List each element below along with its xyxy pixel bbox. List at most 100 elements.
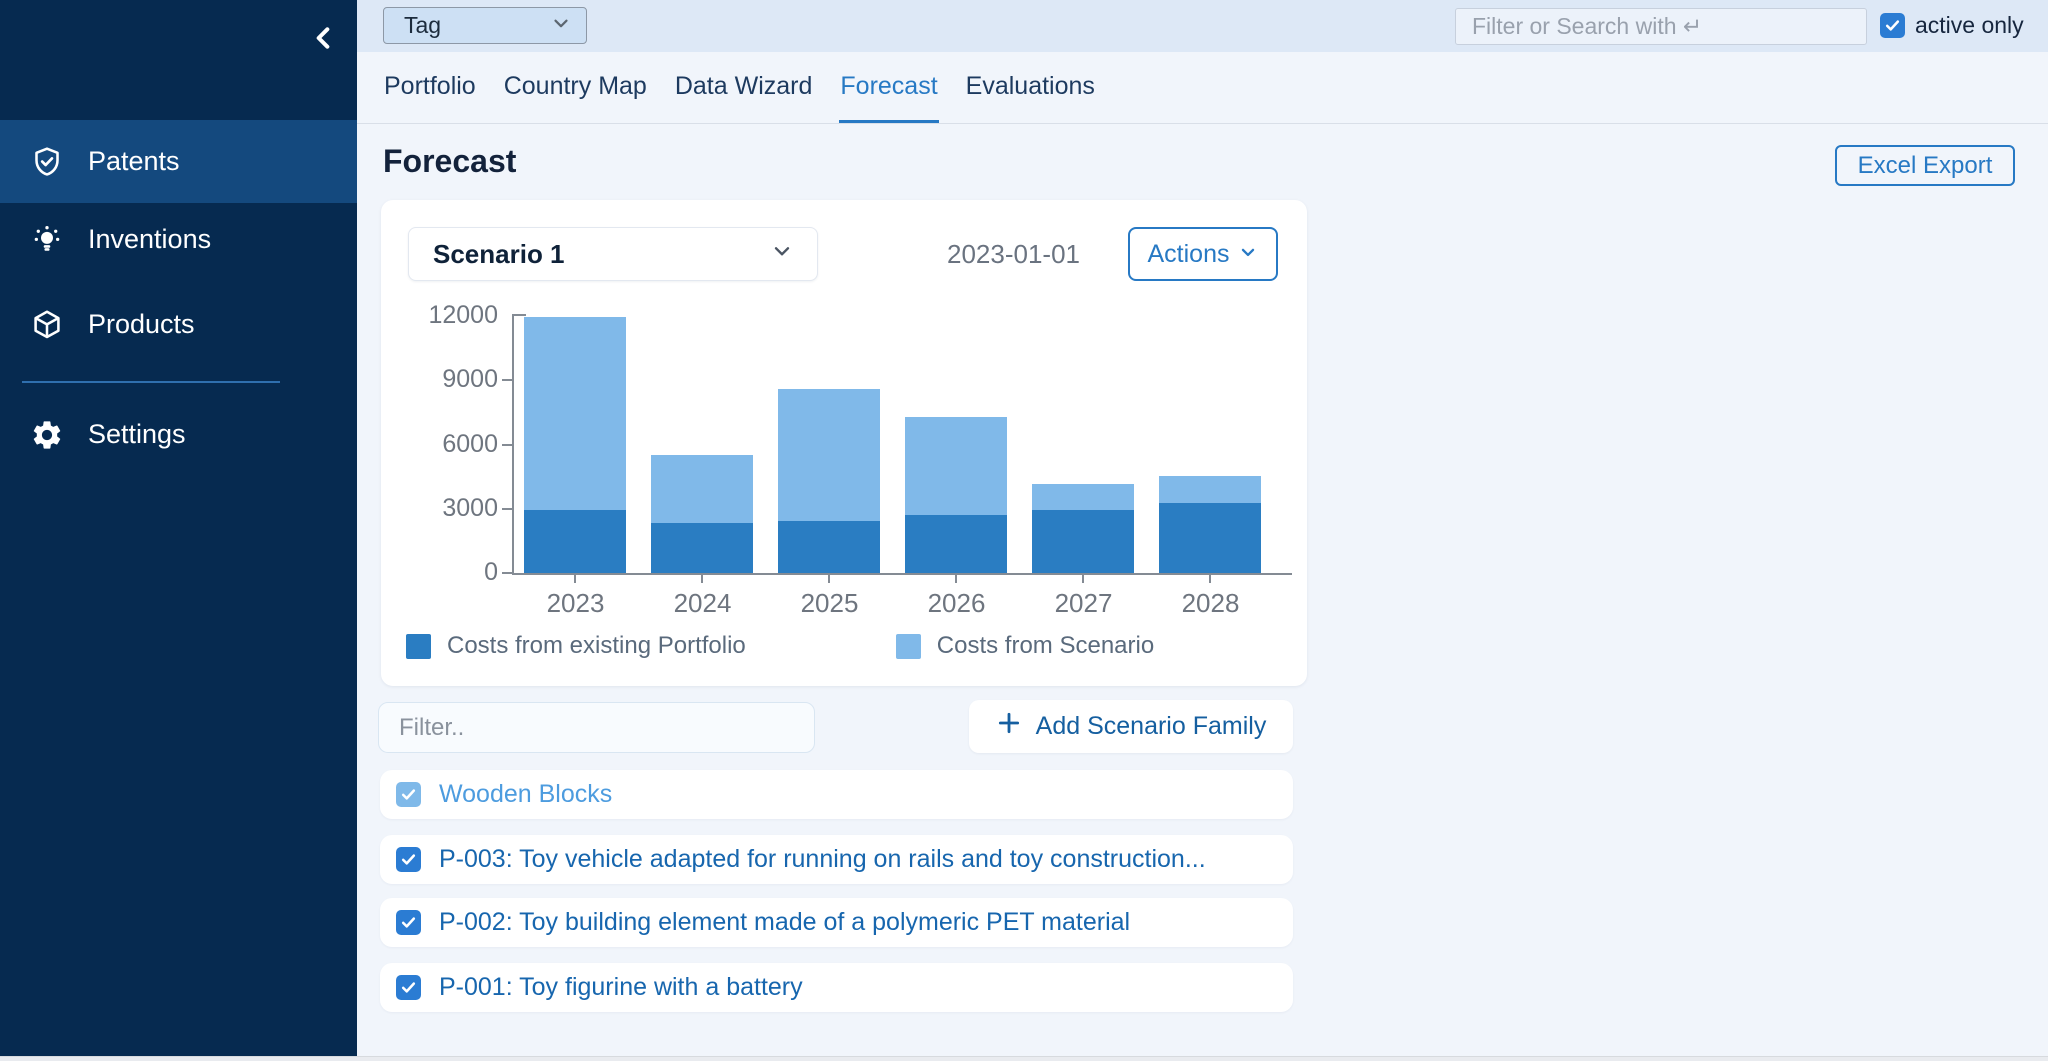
tab-bar: Portfolio Country Map Data Wizard Foreca… <box>383 52 1096 124</box>
chart-y-axis-top-tick <box>514 314 526 316</box>
bar-segment <box>524 510 626 573</box>
bar-segment <box>1032 484 1134 510</box>
x-tick-mark <box>701 575 703 583</box>
bar-segment <box>651 455 753 522</box>
list-item-p001[interactable]: P-001: Toy figurine with a battery <box>380 963 1293 1012</box>
sidebar-item-label: Inventions <box>88 224 211 255</box>
cube-icon <box>28 306 66 344</box>
top-toolbar: Tag active only <box>357 0 2048 52</box>
x-tick-mark <box>955 575 957 583</box>
active-only-checkbox[interactable] <box>1880 13 1905 38</box>
y-tick-label: 6000 <box>388 430 498 459</box>
legend-swatch <box>406 634 431 659</box>
row-checkbox[interactable] <box>396 910 421 935</box>
legend-swatch <box>896 634 921 659</box>
chevron-left-icon <box>308 22 340 59</box>
chart-x-axis <box>512 573 1292 575</box>
tag-select[interactable]: Tag <box>383 7 587 44</box>
x-tick-label: 2025 <box>766 588 893 619</box>
tab-forecast[interactable]: Forecast <box>839 52 938 124</box>
y-tick-mark <box>502 572 512 574</box>
row-label[interactable]: Wooden Blocks <box>439 780 612 809</box>
check-icon <box>400 786 417 803</box>
check-icon <box>400 979 417 996</box>
row-checkbox[interactable] <box>396 975 421 1000</box>
x-tick-label: 2027 <box>1020 588 1147 619</box>
sidebar-divider <box>22 381 280 383</box>
lightbulb-icon <box>28 221 66 259</box>
y-tick-label: 3000 <box>388 494 498 523</box>
list-item-wooden-blocks[interactable]: Wooden Blocks <box>380 770 1293 819</box>
check-icon <box>1884 17 1901 34</box>
sidebar-item-settings[interactable]: Settings <box>0 393 357 476</box>
legend-label: Costs from Scenario <box>937 632 1154 660</box>
horizontal-scrollbar-track[interactable] <box>0 1056 2048 1061</box>
sidebar-item-products[interactable]: Products <box>0 283 357 366</box>
row-label[interactable]: P-001: Toy figurine with a battery <box>439 973 803 1002</box>
x-tick-mark <box>1082 575 1084 583</box>
scenario-select-value: Scenario 1 <box>433 239 565 270</box>
chart-y-axis <box>512 314 514 575</box>
chevron-down-icon <box>1238 240 1258 269</box>
plus-icon <box>996 710 1022 743</box>
sidebar-item-label: Patents <box>88 146 180 177</box>
y-tick-mark <box>502 379 512 381</box>
bar-segment <box>651 523 753 573</box>
bar-segment <box>778 521 880 573</box>
scenario-select[interactable]: Scenario 1 <box>408 227 818 281</box>
sidebar-collapse-button[interactable] <box>306 22 342 58</box>
actions-button-label: Actions <box>1148 240 1230 269</box>
chart-legend: Costs from existing Portfolio Costs from… <box>406 632 1154 660</box>
sidebar-item-label: Settings <box>88 419 186 450</box>
sidebar: Patents Inventions Products <box>0 0 357 1061</box>
y-tick-mark <box>502 444 512 446</box>
tag-select-value: Tag <box>404 12 441 39</box>
legend-label: Costs from existing Portfolio <box>447 632 746 660</box>
y-tick-label: 9000 <box>388 365 498 394</box>
add-scenario-family-label: Add Scenario Family <box>1036 712 1267 741</box>
search-input[interactable] <box>1455 8 1867 45</box>
tab-country-map[interactable]: Country Map <box>503 52 648 124</box>
bar-segment <box>524 317 626 510</box>
bar-segment <box>905 515 1007 573</box>
bar-segment <box>905 417 1007 516</box>
x-tick-label: 2023 <box>512 588 639 619</box>
tabs-divider <box>357 123 2048 124</box>
x-tick-label: 2024 <box>639 588 766 619</box>
tab-data-wizard[interactable]: Data Wizard <box>674 52 814 124</box>
sidebar-item-patents[interactable]: Patents <box>0 120 357 203</box>
row-checkbox[interactable] <box>396 847 421 872</box>
bar-segment <box>1159 476 1261 504</box>
x-tick-mark <box>828 575 830 583</box>
sidebar-item-label: Products <box>88 309 195 340</box>
add-scenario-family-button[interactable]: Add Scenario Family <box>969 700 1293 753</box>
forecast-card: Scenario 1 2023-01-01 Actions 0 3000 6000 9… <box>381 200 1307 686</box>
scenario-date: 2023-01-01 <box>947 227 1080 281</box>
chevron-down-icon <box>550 12 572 40</box>
bar-segment <box>1159 503 1261 573</box>
x-tick-label: 2028 <box>1147 588 1274 619</box>
bar-segment <box>778 389 880 521</box>
y-tick-mark <box>502 508 512 510</box>
shield-check-icon <box>28 143 66 181</box>
sidebar-item-inventions[interactable]: Inventions <box>0 198 357 281</box>
row-checkbox[interactable] <box>396 782 421 807</box>
page-title: Forecast <box>383 143 516 180</box>
check-icon <box>400 851 417 868</box>
excel-export-button[interactable]: Excel Export <box>1835 145 2015 186</box>
row-label[interactable]: P-003: Toy vehicle adapted for running o… <box>439 845 1206 874</box>
tab-evaluations[interactable]: Evaluations <box>965 52 1096 124</box>
scenario-filter-input[interactable] <box>378 702 815 753</box>
y-tick-label: 12000 <box>388 301 498 330</box>
row-label[interactable]: P-002: Toy building element made of a po… <box>439 908 1130 937</box>
chevron-down-icon <box>769 238 795 271</box>
check-icon <box>400 914 417 931</box>
list-item-p003[interactable]: P-003: Toy vehicle adapted for running o… <box>380 835 1293 884</box>
actions-button[interactable]: Actions <box>1128 227 1278 281</box>
gear-icon <box>28 416 66 454</box>
list-item-p002[interactable]: P-002: Toy building element made of a po… <box>380 898 1293 947</box>
tab-portfolio[interactable]: Portfolio <box>383 52 477 124</box>
bar-segment <box>1032 510 1134 573</box>
y-tick-label: 0 <box>388 558 498 587</box>
x-tick-mark <box>574 575 576 583</box>
